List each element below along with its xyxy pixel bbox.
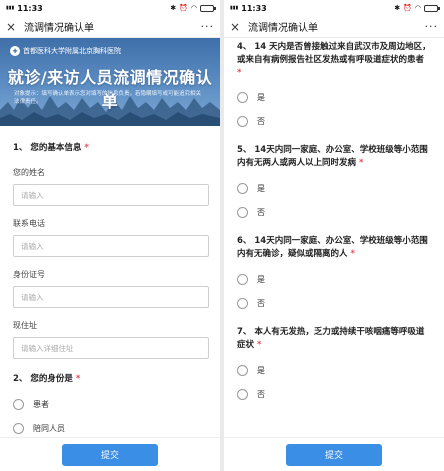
required-mark: *	[84, 143, 89, 153]
wifi-icon: ◠	[414, 4, 421, 12]
bluetooth-icon: ✱	[170, 4, 177, 12]
hospital-name-text: 首都医科大学附属北京胸科医院	[23, 47, 121, 55]
radio-icon[interactable]	[237, 92, 248, 103]
window-title: 流调情况确认单	[24, 23, 94, 34]
q6-option-no[interactable]: 否	[237, 297, 431, 310]
radio-icon[interactable]	[237, 183, 248, 194]
wifi-icon: ◠	[190, 4, 197, 12]
q5-title: 5、 14天内同一家庭、办公室、学校班级等小范围内有无两人或两人以上同时发病	[237, 145, 428, 168]
hospital-logo-icon: ✚	[10, 46, 20, 56]
phone-screen-right: ▮▮▮ 11:33 ✱ ⏰ ◠ × 流调情况确认单 ··· 4、 14 天内是否…	[224, 0, 444, 471]
radio-icon[interactable]	[237, 274, 248, 285]
banner-subtitle: 对象提示：填写确认单表示您对填写的信息负责，若隐瞒填写或可能追究相关法律责任。	[14, 91, 202, 105]
question-5: 5、 14天内同一家庭、办公室、学校班级等小范围内有无两人或两人以上同时发病 *	[237, 144, 431, 170]
phone-screen-left: ▮▮▮ 11:33 ✱ ⏰ ◠ × 流调情况确认单 ··· ✚ 首都医科大学附属…	[0, 0, 220, 471]
signal-icon: ▮▮▮	[6, 4, 15, 11]
q2-option-patient[interactable]: 患者	[13, 398, 207, 411]
alarm-icon: ⏰	[179, 4, 188, 12]
status-time: 11:33	[17, 3, 43, 13]
footer-bar: 提交	[224, 437, 444, 471]
q2-title: 您的身份是	[30, 374, 73, 384]
title-bar: × 流调情况确认单 ···	[224, 16, 444, 38]
signal-icon: ▮▮▮	[230, 4, 239, 11]
q7-option-yes[interactable]: 是	[237, 364, 431, 377]
radio-icon[interactable]	[13, 423, 24, 434]
submit-button[interactable]: 提交	[286, 443, 382, 466]
footer-bar: 提交	[0, 437, 220, 471]
window-title: 流调情况确认单	[248, 23, 318, 34]
bluetooth-icon: ✱	[394, 4, 401, 12]
option-label: 是	[257, 93, 265, 102]
more-icon[interactable]: ···	[201, 20, 215, 33]
question-4: 4、 14 天内是否曾接触过来自武汉市及周边地区，或来自有病例报告社区发热或有呼…	[237, 41, 431, 80]
radio-icon[interactable]	[237, 116, 248, 127]
required-mark: *	[358, 158, 364, 168]
question-2: 2、 您的身份是 *	[13, 373, 207, 386]
status-bar: ▮▮▮ 11:33 ✱ ⏰ ◠	[0, 0, 220, 16]
q1-title: 您的基本信息	[30, 143, 82, 153]
option-label: 是	[257, 366, 265, 375]
name-field[interactable]: 请输入	[13, 184, 209, 206]
required-mark: *	[237, 68, 242, 78]
close-icon[interactable]: ×	[230, 20, 244, 34]
question-6: 6、 14天内同一家庭、办公室、学校班级等小范围内有无确诊，疑似或隔离的人 *	[237, 235, 431, 261]
radio-icon[interactable]	[237, 389, 248, 400]
option-label: 是	[257, 184, 265, 193]
q4-title: 4、 14 天内是否曾接触过来自武汉市及周边地区，或来自有病例报告社区发热或有呼…	[237, 42, 431, 65]
q4-option-no[interactable]: 否	[237, 115, 431, 128]
alarm-icon: ⏰	[403, 4, 412, 12]
radio-icon[interactable]	[237, 298, 248, 309]
name-label: 您的姓名	[13, 168, 45, 177]
q6-option-yes[interactable]: 是	[237, 273, 431, 286]
option-label: 否	[257, 299, 265, 308]
q7-option-no[interactable]: 否	[237, 388, 431, 401]
q1-number: 1、	[13, 143, 28, 153]
form-left: 1、 您的基本信息 * 您的姓名 请输入 联系电话 请输入 身份证号 请输入 现…	[0, 142, 220, 435]
radio-icon[interactable]	[13, 399, 24, 410]
address-field[interactable]: 请输入详细住址	[13, 337, 209, 359]
q7-title: 7、 本人有无发热，乏力或持续干咳咽痛等呼吸道症状	[237, 327, 425, 350]
phone-field[interactable]: 请输入	[13, 235, 209, 257]
address-label: 现住址	[13, 321, 37, 330]
q6-title: 6、 14天内同一家庭、办公室、学校班级等小范围内有无确诊，疑似或隔离的人	[237, 236, 428, 259]
title-bar: × 流调情况确认单 ···	[0, 16, 220, 38]
hospital-name: ✚ 首都医科大学附属北京胸科医院	[10, 46, 121, 56]
required-mark: *	[256, 340, 262, 350]
question-1: 1、 您的基本信息 *	[13, 142, 207, 155]
battery-icon	[424, 4, 440, 12]
question-7: 7、 本人有无发热，乏力或持续干咳咽痛等呼吸道症状 *	[237, 326, 431, 352]
radio-icon[interactable]	[237, 365, 248, 376]
phone-label: 联系电话	[13, 219, 45, 228]
option-label: 患者	[33, 400, 49, 409]
status-bar: ▮▮▮ 11:33 ✱ ⏰ ◠	[224, 0, 444, 16]
option-label: 否	[257, 117, 265, 126]
id-number-field[interactable]: 请输入	[13, 286, 209, 308]
option-label: 否	[257, 208, 265, 217]
q5-option-yes[interactable]: 是	[237, 182, 431, 195]
close-icon[interactable]: ×	[6, 20, 20, 34]
q4-option-yes[interactable]: 是	[237, 91, 431, 104]
q2-number: 2、	[13, 374, 28, 384]
status-time: 11:33	[241, 3, 267, 13]
q5-option-no[interactable]: 否	[237, 206, 431, 219]
option-label: 陪同人员	[33, 424, 65, 433]
form-right: 4、 14 天内是否曾接触过来自武汉市及周边地区，或来自有病例报告社区发热或有呼…	[224, 41, 444, 401]
radio-icon[interactable]	[237, 207, 248, 218]
more-icon[interactable]: ···	[425, 20, 439, 33]
option-label: 是	[257, 275, 265, 284]
required-mark: *	[75, 374, 81, 384]
id-number-label: 身份证号	[13, 270, 45, 279]
option-label: 否	[257, 390, 265, 399]
header-banner: ✚ 首都医科大学附属北京胸科医院 就诊/来访人员流调情况确认单 对象提示：填写确…	[0, 38, 220, 126]
required-mark: *	[350, 249, 355, 259]
q2-option-companion[interactable]: 陪同人员	[13, 422, 207, 435]
battery-icon	[200, 4, 216, 12]
submit-button[interactable]: 提交	[62, 443, 158, 466]
